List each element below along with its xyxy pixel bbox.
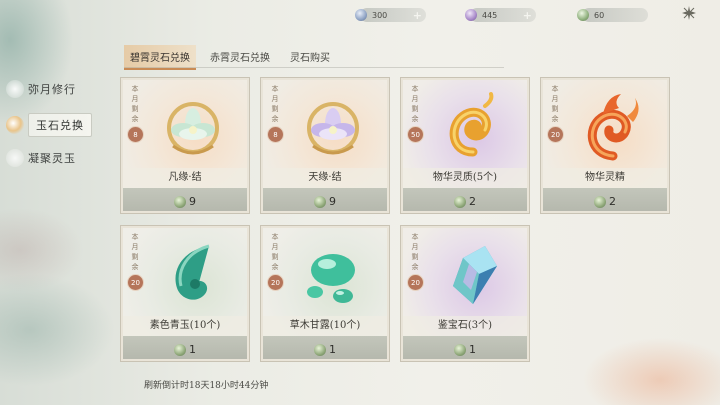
price-bar: 9 <box>263 188 387 211</box>
sidebar-item-condense-jade[interactable]: 凝聚灵玉 <box>6 149 76 167</box>
left-decoration <box>0 0 130 405</box>
purple-lotus-charm-icon <box>307 102 359 155</box>
price-bar: 9 <box>123 188 247 211</box>
shop-card-fanyuan-knot[interactable]: 本月剩余 8 凡缘·结 9 <box>121 78 249 213</box>
sidebar-item-label: 弥月修行 <box>28 83 76 96</box>
currency-value: 445 <box>482 10 498 20</box>
refresh-countdown: 刷新倒计时18天18小时44分钟 <box>144 381 269 391</box>
sparkle-icon <box>6 80 24 98</box>
jade-leaf-icon <box>175 244 210 300</box>
price-bar: 1 <box>123 336 247 359</box>
shop-card-herb-dew[interactable]: 本月剩余 20 草木甘露(10个) 1 <box>261 226 389 361</box>
green-jade-icon <box>314 343 326 356</box>
price-value: 1 <box>469 343 476 356</box>
price-bar: 2 <box>543 188 667 211</box>
remaining-count: 8 <box>127 126 144 143</box>
currency-purple-stone: 445 + <box>465 8 536 22</box>
price-bar: 1 <box>263 336 387 359</box>
gold-orb-icon <box>6 116 24 134</box>
sidebar-item-label: 玉石兑换 <box>28 113 92 137</box>
monthly-remaining-label: 本月剩余 <box>411 85 419 123</box>
sidebar-item-jade-exchange[interactable]: 玉石兑换 <box>6 113 92 137</box>
price-value: 1 <box>189 343 196 356</box>
price-bar: 2 <box>403 188 527 211</box>
golden-swirl-icon <box>449 92 494 157</box>
remaining-count: 8 <box>267 126 284 143</box>
flame-swirl-icon <box>587 94 639 161</box>
monthly-remaining-label: 本月剩余 <box>411 233 419 271</box>
item-name: 素色青玉(10个) <box>123 316 247 336</box>
currency-value: 60 <box>594 10 605 20</box>
crystal-gem-icon <box>453 246 497 304</box>
dew-drops-icon <box>307 254 355 303</box>
green-jade-icon <box>594 195 606 208</box>
remaining-count: 20 <box>127 274 144 291</box>
price-value: 9 <box>329 195 336 208</box>
green-jade-icon <box>174 343 186 356</box>
monthly-remaining-label: 本月剩余 <box>271 85 279 123</box>
tab-divider <box>124 67 504 68</box>
shop-card-appraisal-stone[interactable]: 本月剩余 20 鉴宝石(3个) 1 <box>401 226 529 361</box>
shop-card-wuhua-spirit-essence[interactable]: 本月剩余 20 物华灵精 2 <box>541 78 669 213</box>
remaining-count: 20 <box>547 126 564 143</box>
sidebar-item-miyue-practice[interactable]: 弥月修行 <box>6 80 76 98</box>
shop-card-tianyuan-knot[interactable]: 本月剩余 8 天缘·结 9 <box>261 78 389 213</box>
price-value: 1 <box>329 343 336 356</box>
green-jade-icon <box>174 195 186 208</box>
item-name: 物华灵质(5个) <box>403 168 527 188</box>
green-jade-icon <box>577 9 589 21</box>
price-value: 2 <box>609 195 616 208</box>
add-purple-stone-button[interactable]: + <box>523 9 532 22</box>
bottom-cloud-decoration <box>520 300 720 405</box>
item-name: 鉴宝石(3个) <box>403 316 527 336</box>
remaining-count: 20 <box>267 274 284 291</box>
settings-icon[interactable] <box>680 4 698 22</box>
monthly-remaining-label: 本月剩余 <box>551 85 559 123</box>
price-bar: 1 <box>403 336 527 359</box>
monthly-remaining-label: 本月剩余 <box>271 233 279 271</box>
currency-green-jade: 60 <box>577 8 648 22</box>
currency-blue-stone: 300 + <box>355 8 426 22</box>
item-name: 物华灵精 <box>543 168 667 188</box>
price-value: 2 <box>469 195 476 208</box>
shop-card-wuhua-essence-material[interactable]: 本月剩余 50 物华灵质(5个) 2 <box>401 78 529 213</box>
monthly-remaining-label: 本月剩余 <box>131 85 139 123</box>
item-name: 凡缘·结 <box>123 168 247 188</box>
item-name: 草木甘露(10个) <box>263 316 387 336</box>
purple-stone-icon <box>465 9 477 21</box>
white-lotus-charm-icon <box>167 102 219 155</box>
sidebar-item-label: 凝聚灵玉 <box>28 152 76 165</box>
item-name: 天缘·结 <box>263 168 387 188</box>
shop-card-plain-green-jade[interactable]: 本月剩余 20 素色青玉(10个) 1 <box>121 226 249 361</box>
monthly-remaining-label: 本月剩余 <box>131 233 139 271</box>
currency-value: 300 <box>372 10 388 20</box>
blue-stone-icon <box>355 9 367 21</box>
green-jade-icon <box>314 195 326 208</box>
green-jade-icon <box>454 195 466 208</box>
green-jade-icon <box>454 343 466 356</box>
price-value: 9 <box>189 195 196 208</box>
remaining-count: 50 <box>407 126 424 143</box>
remaining-count: 20 <box>407 274 424 291</box>
add-blue-stone-button[interactable]: + <box>413 9 422 22</box>
sparkle-icon <box>6 149 24 167</box>
